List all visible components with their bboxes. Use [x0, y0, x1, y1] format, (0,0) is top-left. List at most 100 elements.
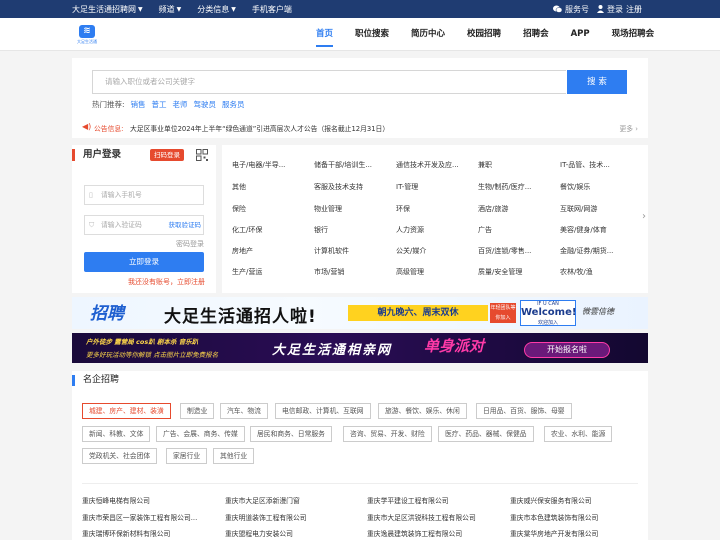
industry-tag[interactable]: 党政机关、社会团体: [82, 448, 158, 464]
industry-tag[interactable]: 农业、水利、能源: [544, 426, 613, 442]
hot-keyword[interactable]: 老师: [173, 99, 188, 110]
category-item[interactable]: 储备干部/培训生...: [314, 160, 372, 170]
hot-keyword[interactable]: 服务员: [222, 99, 245, 110]
phone-field[interactable]: ▯ 请输入手机号: [84, 185, 204, 205]
company-link[interactable]: 重庆市荣昌区一家装饰工程有限公司...: [82, 512, 197, 522]
category-item[interactable]: 金融/证券/期货...: [560, 246, 613, 256]
industry-tag[interactable]: 咨询、贸易、开发、财险: [343, 426, 432, 442]
category-item[interactable]: 生产/营运: [232, 267, 262, 277]
password-login-link[interactable]: 密码登录: [176, 239, 204, 249]
company-link[interactable]: 重庆逸晨建筑装饰工程有限公司: [367, 528, 462, 538]
company-link[interactable]: 重庆盟程电力安装公司: [225, 528, 293, 538]
notice-label: 公告信息:: [94, 125, 124, 133]
company-link[interactable]: 重庆瑞博环保新材料有限公司: [82, 528, 170, 538]
speaker-icon: ◀): [82, 122, 92, 131]
mobile-client-link[interactable]: 手机客户端: [252, 4, 292, 15]
category-item[interactable]: 银行: [314, 225, 328, 235]
site-name: 大足生活通招聘网: [72, 4, 136, 14]
logo-text: 大足生活通: [77, 39, 97, 44]
notice-more-link[interactable]: 更多 ›: [620, 123, 638, 133]
code-placeholder: 请输入验证码: [101, 221, 142, 229]
category-item[interactable]: 保险: [232, 204, 246, 214]
category-item[interactable]: 美容/健身/体育: [560, 225, 607, 235]
company-link[interactable]: 重庆恒峰电梯有限公司: [82, 495, 150, 505]
notice-text[interactable]: 大足区事业单位2024年上半年“绿色通道”引进高层次人才公告（报名截止12月31…: [130, 123, 389, 133]
category-item[interactable]: 农林/牧/渔: [560, 267, 593, 277]
site-selector[interactable]: 大足生活通招聘网 ▼: [72, 4, 143, 15]
industry-tag[interactable]: 日用品、百货、服饰、母婴: [476, 403, 572, 419]
code-field[interactable]: ⛉ 请输入验证码 获取验证码: [84, 215, 204, 235]
nav-home[interactable]: 首页: [316, 18, 334, 51]
industry-tag[interactable]: 广告、会展、商务、传媒: [156, 426, 245, 442]
company-link[interactable]: 重庆市大足区添新漫门窗: [225, 495, 300, 505]
industry-tag[interactable]: 医疗、药品、器械、保健品: [438, 426, 534, 442]
site-logo[interactable]: ≋ 大足生活通: [73, 25, 101, 47]
login-button[interactable]: 立即登录: [84, 252, 204, 272]
category-item[interactable]: 环保: [396, 204, 410, 214]
category-item[interactable]: 物业管理: [314, 204, 342, 214]
nav-app[interactable]: APP: [571, 18, 590, 51]
industry-tag[interactable]: 电信邮政、计算机、互联网: [275, 403, 371, 419]
industry-tag[interactable]: 新闻、科教、文体: [82, 426, 151, 442]
category-item[interactable]: 客服及技术支持: [314, 182, 363, 192]
company-link[interactable]: 重庆威兴保安服务有限公司: [510, 495, 592, 505]
qr-code-icon[interactable]: [196, 149, 208, 161]
chevron-right-icon[interactable]: ›: [642, 211, 646, 222]
category-item[interactable]: 公关/媒介: [396, 246, 426, 256]
category-item[interactable]: 互联网/网游: [560, 204, 597, 214]
hot-keyword[interactable]: 销售: [131, 99, 146, 110]
hot-keyword[interactable]: 驾驶员: [194, 99, 217, 110]
category-item[interactable]: 化工/环保: [232, 225, 262, 235]
famous-companies-section: 名企招聘 城建、房产、建材、装潢 制造业 汽车、物流 电信邮政、计算机、互联网 …: [72, 371, 648, 540]
nav-campus[interactable]: 校园招聘: [467, 18, 501, 51]
industry-tag[interactable]: 居民和商务、日常服务: [250, 426, 332, 442]
industry-tag[interactable]: 其他行业: [213, 448, 255, 464]
industry-tag[interactable]: 制造业: [180, 403, 215, 419]
recruit-banner[interactable]: 招聘 大足生活通招人啦! 朝九晚六、周末双休 年轻团队等你加入 IF U CAN…: [72, 297, 648, 329]
category-item[interactable]: 其他: [232, 182, 246, 192]
nav-job-search[interactable]: 职位搜索: [355, 18, 389, 51]
company-link[interactable]: 重庆学平建设工程有限公司: [367, 495, 449, 505]
service-account-link[interactable]: 服务号: [553, 4, 589, 15]
nav-job-fair[interactable]: 招聘会: [523, 18, 549, 51]
category-item[interactable]: 市场/营销: [314, 267, 344, 277]
register-now-link[interactable]: 我还没有账号，立即注册: [128, 277, 205, 287]
category-item[interactable]: 餐饮/娱乐: [560, 182, 590, 192]
nav-onsite-fair[interactable]: 现场招聘会: [612, 18, 655, 51]
category-item[interactable]: 高级管理: [396, 267, 424, 277]
hot-keyword[interactable]: 普工: [152, 99, 167, 110]
category-item[interactable]: 通信技术开发及应...: [396, 160, 459, 170]
category-item[interactable]: 兼职: [478, 160, 492, 170]
category-item[interactable]: 质量/安全管理: [478, 267, 522, 277]
user-icon: [597, 5, 604, 13]
category-item[interactable]: 电子/电器/半导...: [232, 160, 285, 170]
category-item[interactable]: IT-管理: [396, 182, 418, 192]
industry-tag[interactable]: 旅游、餐饮、娱乐、休闲: [378, 403, 467, 419]
company-link[interactable]: 重庆市大足区洪锐科技工程有限公司: [367, 512, 476, 522]
company-link[interactable]: 重庆市本色建筑装饰有限公司: [510, 512, 598, 522]
category-item[interactable]: 人力资源: [396, 225, 424, 235]
login-link[interactable]: 登录: [607, 4, 623, 15]
category-item[interactable]: 百货/连锁/零售...: [478, 246, 531, 256]
dating-banner[interactable]: 户外徒步 露营局 cos趴 剧本杀 音乐趴 更多好玩活动等你解锁 点击图片立即免…: [72, 333, 648, 363]
scan-login-button[interactable]: 扫码登录: [150, 149, 184, 161]
category-item[interactable]: 生物/制药/医疗...: [478, 182, 531, 192]
register-link[interactable]: 注册: [626, 4, 642, 15]
channel-menu[interactable]: 频道 ▼: [159, 4, 182, 15]
category-item[interactable]: IT-品管、技术...: [560, 160, 610, 170]
category-item[interactable]: 广告: [478, 225, 492, 235]
company-link[interactable]: 重庆明道装饰工程有限公司: [225, 512, 307, 522]
nav-resume-center[interactable]: 简历中心: [411, 18, 445, 51]
notice-bar: ◀) 公告信息: 大足区事业单位2024年上半年“绿色通道”引进高层次人才公告（…: [72, 120, 648, 136]
category-item[interactable]: 计算机软件: [314, 246, 349, 256]
classified-menu[interactable]: 分类信息 ▼: [197, 4, 236, 15]
search-input[interactable]: 请输入职位或者公司关键字: [92, 70, 566, 94]
category-item[interactable]: 房地产: [232, 246, 253, 256]
search-button[interactable]: 搜 索: [567, 70, 627, 94]
industry-tag[interactable]: 汽车、物流: [220, 403, 268, 419]
industry-tag[interactable]: 家居行业: [166, 448, 208, 464]
get-code-button[interactable]: 获取验证码: [169, 216, 202, 234]
industry-tag[interactable]: 城建、房产、建材、装潢: [82, 403, 171, 419]
category-item[interactable]: 酒店/旅游: [478, 204, 508, 214]
company-link[interactable]: 重庆棠华房地产开发有限公司: [510, 528, 598, 538]
